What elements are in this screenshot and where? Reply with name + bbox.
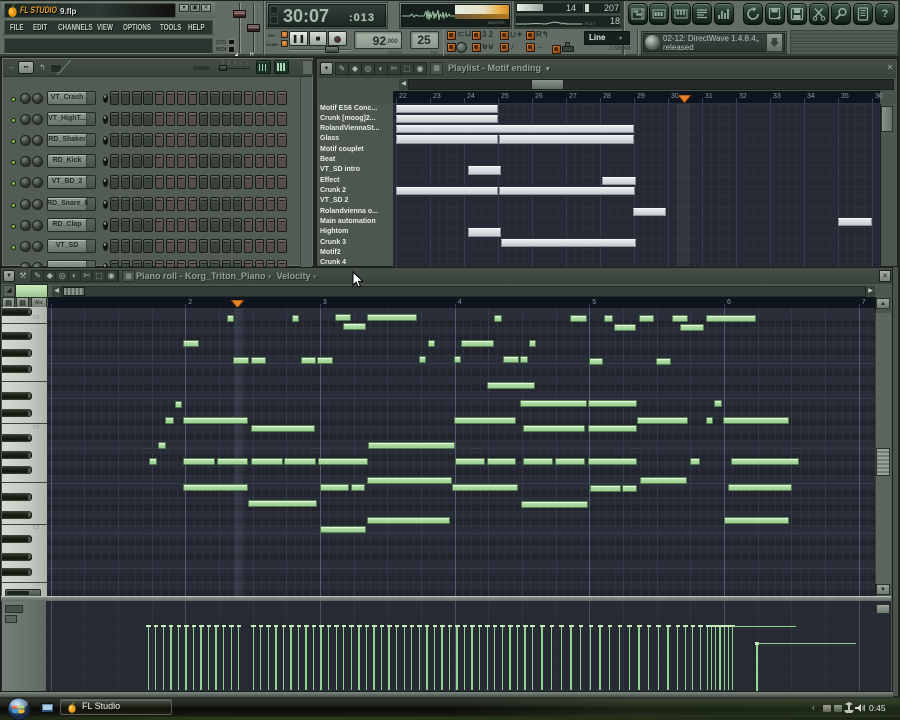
svg-text:+: + [777,13,782,21]
